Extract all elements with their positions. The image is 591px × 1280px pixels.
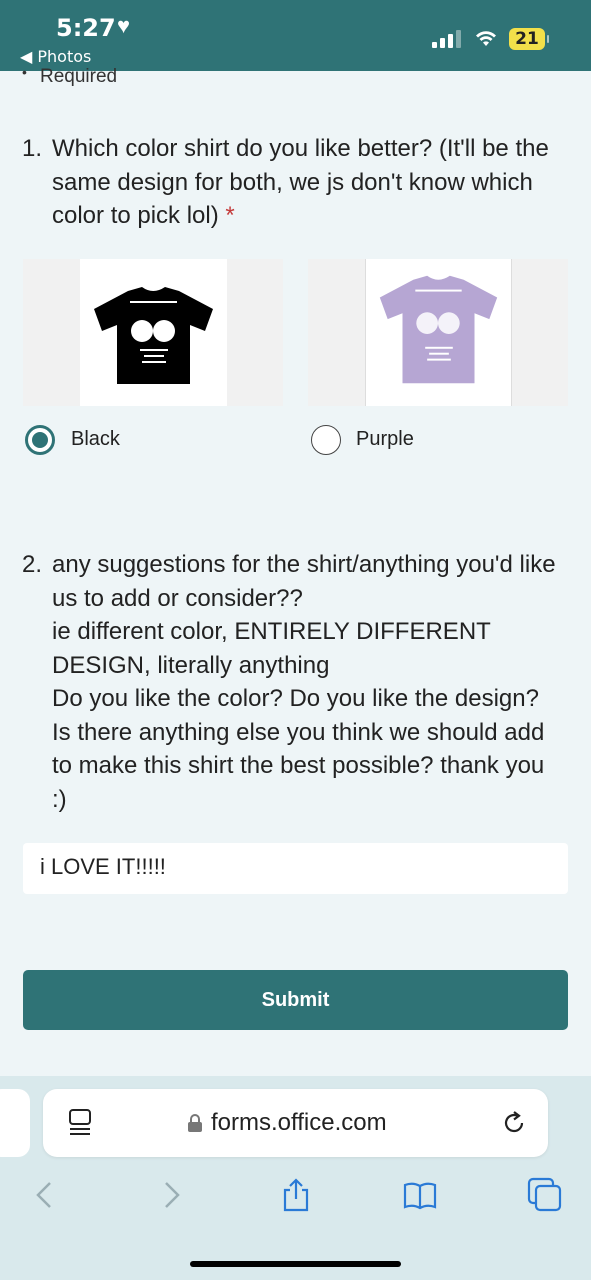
- cellular-signal-icon: [432, 30, 462, 48]
- lock-icon: [188, 1114, 202, 1132]
- question-2: 2. any suggestions for the shirt/anythin…: [22, 548, 562, 816]
- share-icon[interactable]: [278, 1177, 314, 1213]
- reload-icon[interactable]: [501, 1110, 527, 1136]
- status-time: 5:27: [56, 14, 116, 42]
- wifi-icon: [476, 31, 496, 46]
- question-2-text: any suggestions for the shirt/anything y…: [52, 551, 556, 813]
- required-star: *: [225, 202, 235, 229]
- tabs-icon[interactable]: [527, 1177, 563, 1213]
- home-indicator[interactable]: [190, 1261, 401, 1267]
- answer-input[interactable]: i LOVE IT!!!!!: [23, 843, 568, 894]
- purple-shirt-image: [379, 275, 498, 384]
- required-asterisk-icon: •: [22, 64, 27, 80]
- page-menu-icon[interactable]: [68, 1108, 92, 1138]
- option-image-purple[interactable]: [308, 259, 568, 406]
- question-1: 1. Which color shirt do you like better?…: [22, 132, 562, 233]
- back-to-photos-button[interactable]: ◀ Photos: [20, 47, 91, 66]
- heart-icon: ♥: [117, 13, 131, 38]
- question-1-number: 1.: [22, 135, 43, 162]
- back-arrow-icon[interactable]: [26, 1177, 62, 1213]
- forward-arrow-icon[interactable]: [154, 1177, 190, 1213]
- required-note: Required: [40, 66, 118, 87]
- radio-purple[interactable]: [311, 425, 341, 455]
- previous-tab-preview[interactable]: [0, 1089, 30, 1157]
- question-2-number: 2.: [22, 551, 43, 578]
- status-bar: 5:27 ♥ ◀ Photos 21: [0, 0, 591, 71]
- black-shirt-image: [94, 287, 213, 384]
- back-label: Photos: [37, 47, 92, 66]
- radio-black[interactable]: [25, 425, 55, 455]
- option-label-black[interactable]: Black: [71, 428, 120, 451]
- bookmarks-icon[interactable]: [402, 1177, 438, 1213]
- question-1-text: Which color shirt do you like better? (I…: [52, 135, 549, 229]
- option-label-purple[interactable]: Purple: [356, 428, 414, 451]
- url-text[interactable]: forms.office.com: [211, 1109, 387, 1137]
- option-image-black[interactable]: [23, 259, 283, 406]
- submit-button[interactable]: Submit: [23, 970, 568, 1030]
- battery-indicator: 21: [509, 28, 549, 50]
